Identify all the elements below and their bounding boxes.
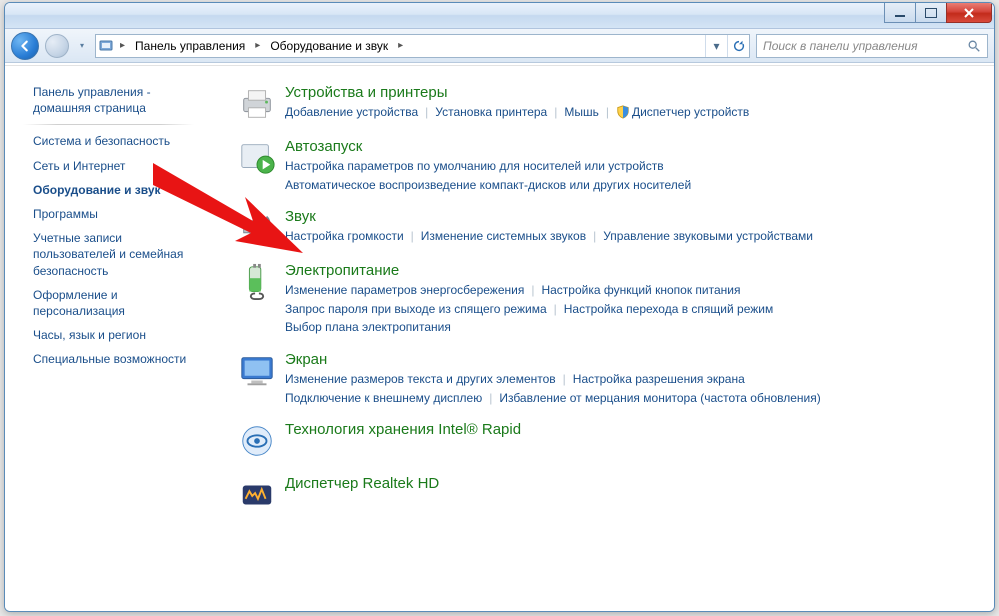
sidebar-home[interactable]: Панель управления - домашняя страница [5, 80, 212, 120]
autoplay-icon [237, 138, 277, 178]
chevron-right-icon[interactable]: ▸ [394, 35, 407, 57]
link-password-wake[interactable]: Запрос пароля при выходе из спящего режи… [285, 302, 547, 316]
category-display: Экран Изменение размеров текста и других… [237, 351, 982, 407]
breadcrumb-hardware-sound[interactable]: Оборудование и звук [264, 35, 394, 57]
sound-icon [237, 208, 277, 248]
printer-icon [237, 84, 277, 124]
window-buttons [885, 3, 992, 23]
nav-history-dropdown[interactable]: ▾ [75, 32, 89, 60]
sidebar-item-programs[interactable]: Программы [5, 202, 212, 226]
category-title[interactable]: Электропитание [285, 262, 982, 279]
link-add-printer[interactable]: Установка принтера [435, 105, 547, 119]
sidebar-item-system-security[interactable]: Система и безопасность [5, 129, 212, 153]
link-power-plan[interactable]: Выбор плана электропитания [285, 320, 451, 334]
category-sound: Звук Настройка громкости|Изменение систе… [237, 208, 982, 248]
sidebar: Панель управления - домашняя страница Си… [5, 66, 213, 611]
category-title[interactable]: Экран [285, 351, 982, 368]
search-icon [967, 39, 981, 53]
control-panel-window: ▾ ▸ Панель управления ▸ Оборудование и з… [4, 2, 995, 612]
realtek-icon [237, 475, 277, 515]
address-dropdown-button[interactable]: ▾ [705, 35, 727, 57]
link-sleep[interactable]: Настройка перехода в спящий режим [564, 302, 773, 316]
breadcrumb-control-panel[interactable]: Панель управления [129, 35, 251, 57]
category-title[interactable]: Диспетчер Realtek HD [285, 475, 982, 492]
minimize-button[interactable] [884, 3, 916, 23]
navbar: ▾ ▸ Панель управления ▸ Оборудование и з… [5, 29, 994, 63]
chevron-right-icon[interactable]: ▸ [251, 35, 264, 57]
power-icon [237, 262, 277, 302]
link-audio-devices[interactable]: Управление звуковыми устройствами [603, 229, 813, 243]
link-text-size[interactable]: Изменение размеров текста и других элеме… [285, 372, 556, 386]
category-intel-rapid: Технология хранения Intel® Rapid [237, 421, 982, 461]
link-mouse[interactable]: Мышь [564, 105, 599, 119]
category-title[interactable]: Автозапуск [285, 138, 982, 155]
sidebar-item-users[interactable]: Учетные записи пользователей и семейная … [5, 226, 212, 283]
sidebar-item-network[interactable]: Сеть и Интернет [5, 154, 212, 178]
titlebar [5, 3, 994, 29]
category-power: Электропитание Изменение параметров энер… [237, 262, 982, 337]
close-button[interactable] [946, 3, 992, 23]
link-refresh-rate[interactable]: Избавление от мерцания монитора (частота… [499, 391, 820, 405]
link-device-manager[interactable]: Диспетчер устройств [616, 105, 749, 119]
search-box[interactable]: Поиск в панели управления [756, 34, 988, 58]
link-autoplay-cd[interactable]: Автоматическое воспроизведение компакт-д… [285, 178, 691, 192]
sidebar-item-accessibility[interactable]: Специальные возможности [5, 347, 212, 371]
forward-button[interactable] [45, 34, 69, 58]
maximize-button[interactable] [915, 3, 947, 23]
link-power-saving[interactable]: Изменение параметров энергосбережения [285, 283, 524, 297]
link-resolution[interactable]: Настройка разрешения экрана [573, 372, 745, 386]
back-button[interactable] [11, 32, 39, 60]
link-volume[interactable]: Настройка громкости [285, 229, 404, 243]
link-add-device[interactable]: Добавление устройства [285, 105, 418, 119]
sidebar-item-clock[interactable]: Часы, язык и регион [5, 323, 212, 347]
search-placeholder: Поиск в панели управления [763, 39, 918, 53]
control-panel-icon [96, 38, 116, 54]
intel-rapid-icon [237, 421, 277, 461]
category-devices-printers: Устройства и принтеры Добавление устройс… [237, 84, 982, 124]
link-default-media[interactable]: Настройка параметров по умолчанию для но… [285, 159, 664, 173]
shield-icon [616, 105, 630, 119]
category-title[interactable]: Устройства и принтеры [285, 84, 982, 101]
link-system-sounds[interactable]: Изменение системных звуков [421, 229, 586, 243]
category-realtek: Диспетчер Realtek HD [237, 475, 982, 515]
display-icon [237, 351, 277, 391]
content: Устройства и принтеры Добавление устройс… [213, 66, 994, 611]
divider [23, 124, 194, 125]
category-title[interactable]: Звук [285, 208, 982, 225]
sidebar-item-appearance[interactable]: Оформление и персонализация [5, 283, 212, 323]
sidebar-item-hardware-sound[interactable]: Оборудование и звук [5, 178, 212, 202]
link-power-buttons[interactable]: Настройка функций кнопок питания [541, 283, 740, 297]
refresh-button[interactable] [727, 35, 749, 57]
chevron-right-icon[interactable]: ▸ [116, 35, 129, 57]
category-autoplay: Автозапуск Настройка параметров по умолч… [237, 138, 982, 194]
category-title[interactable]: Технология хранения Intel® Rapid [285, 421, 982, 438]
link-external-display[interactable]: Подключение к внешнему дисплею [285, 391, 482, 405]
address-bar[interactable]: ▸ Панель управления ▸ Оборудование и зву… [95, 34, 750, 58]
